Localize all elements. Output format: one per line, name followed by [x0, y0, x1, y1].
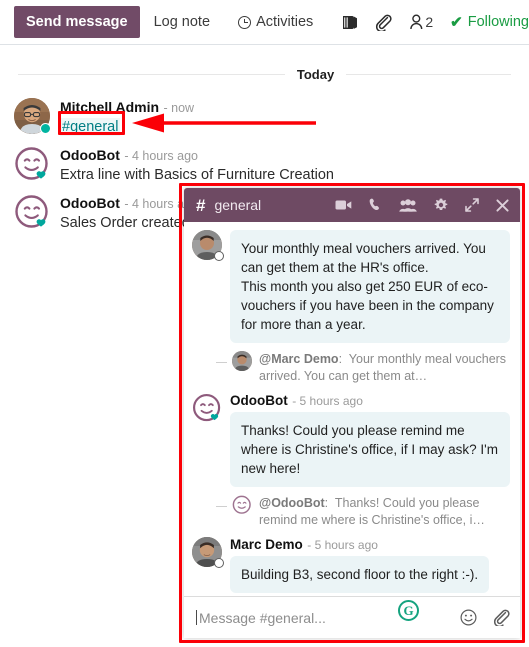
phone-icon[interactable] [369, 198, 382, 212]
thread-message: OdooBot - 4 hours ago Extra line with Ba… [0, 142, 529, 190]
odoobot-avatar-icon [14, 194, 50, 230]
channel-link-general[interactable]: #general [60, 118, 121, 136]
message-timestamp: - now [163, 101, 195, 115]
message-header: Mitchell Admin - now [60, 99, 515, 116]
chat-window-header[interactable]: # general [184, 188, 520, 222]
avatar[interactable] [192, 393, 222, 423]
chat-message: Your monthly meal vouchers arrived. You … [192, 230, 510, 349]
avatar[interactable] [14, 194, 50, 230]
message-author: Marc Demo [230, 537, 303, 552]
message-author: OdooBot [60, 147, 120, 163]
avatar [232, 351, 252, 371]
chat-window-general: # general Your monthly meal vouchers arr… [184, 188, 520, 638]
following-button[interactable]: ✔ Following [450, 13, 529, 31]
message-author: OdooBot [230, 393, 288, 408]
smiley-icon[interactable] [460, 609, 477, 626]
chat-window-title: general [214, 197, 262, 213]
followers-button[interactable]: 2 [409, 14, 433, 30]
quoted-message[interactable]: @OdooBot: Thanks! Could you please remin… [216, 495, 510, 529]
avatar[interactable] [192, 230, 224, 261]
chat-message: Marc Demo - 5 hours ago Building B3, sec… [192, 537, 510, 596]
message-bubble: Thanks! Could you please remind me where… [230, 412, 510, 487]
close-icon[interactable] [496, 198, 509, 212]
quoted-message[interactable]: @Marc Demo: Your monthly meal vouchers a… [216, 351, 510, 385]
hash-icon: # [196, 195, 206, 215]
video-camera-icon[interactable] [335, 199, 352, 211]
odoobot-avatar-icon [192, 393, 222, 423]
quote-connector [216, 506, 227, 507]
message-timestamp: - 5 hours ago [307, 538, 378, 552]
message-text: Extra line with Basics of Furniture Crea… [60, 167, 334, 183]
book-icon[interactable] [341, 15, 358, 30]
odoobot-avatar-icon [14, 146, 50, 182]
gear-icon[interactable] [434, 198, 448, 212]
text-caret [196, 610, 197, 625]
message-header: OdooBot - 5 hours ago [230, 393, 510, 409]
grammarly-icon[interactable]: G [398, 600, 419, 621]
quote-text: @OdooBot: Thanks! Could you please remin… [259, 495, 510, 529]
followers-count-label: 2 [425, 14, 434, 30]
separator-line-right [346, 74, 511, 75]
expand-icon[interactable] [465, 198, 479, 212]
screen-root: Send message Log note Activities 2 ✔ Fol… [0, 0, 529, 647]
message-timestamp: - 4 hours ago [124, 149, 198, 163]
message-bubble: Your monthly meal vouchers arrived. You … [230, 230, 510, 343]
chatter-tools: 2 ✔ Following [341, 0, 529, 44]
offline-status-dot [214, 558, 224, 568]
offline-status-dot [214, 251, 224, 261]
separator-line-left [18, 74, 285, 75]
person-icon [410, 14, 423, 30]
message-text: #general [60, 118, 515, 137]
message-body: OdooBot - 4 hours ago Extra line with Ba… [60, 146, 515, 185]
people-group-icon[interactable] [399, 198, 417, 212]
quote-separator: : [324, 496, 329, 510]
message-timestamp: - 5 hours ago [292, 394, 363, 408]
quote-separator: : [338, 352, 343, 366]
message-body: OdooBot - 5 hours ago Thanks! Could you … [230, 393, 510, 493]
quote-mention: @OdooBot [259, 496, 325, 510]
day-separator: Today [18, 67, 511, 82]
message-body: Marc Demo - 5 hours ago Building B3, sec… [230, 537, 510, 596]
quote-connector [216, 362, 227, 363]
message-body: Mitchell Admin - now #general [60, 98, 515, 137]
online-status-dot [40, 123, 51, 134]
paperclip-icon[interactable] [493, 609, 510, 626]
user-photo-icon [232, 351, 252, 371]
message-author: OdooBot [60, 195, 120, 211]
day-separator-label: Today [296, 67, 335, 82]
quote-mention: @Marc Demo [259, 352, 339, 366]
quote-text: @Marc Demo: Your monthly meal vouchers a… [259, 351, 510, 385]
avatar [232, 495, 252, 515]
clock-icon [238, 15, 252, 29]
log-note-button[interactable]: Log note [140, 0, 224, 44]
message-author: Mitchell Admin [60, 99, 160, 115]
activities-label: Activities [256, 14, 314, 30]
message-header: OdooBot - 4 hours ago [60, 147, 515, 164]
thread-message: Mitchell Admin - now #general [0, 94, 529, 142]
activities-button[interactable]: Activities [224, 0, 327, 44]
chat-window-actions [335, 198, 509, 212]
check-icon: ✔ [450, 14, 463, 31]
avatar[interactable] [192, 537, 224, 568]
chat-window-composer: Message #general... G [184, 596, 520, 638]
send-message-button[interactable]: Send message [14, 5, 140, 38]
avatar[interactable] [14, 98, 51, 134]
avatar[interactable] [14, 146, 50, 182]
following-label: Following [467, 14, 529, 30]
chat-window-messages: Your monthly meal vouchers arrived. You … [184, 222, 520, 596]
message-header: Marc Demo - 5 hours ago [230, 537, 510, 553]
paperclip-icon[interactable] [375, 14, 392, 31]
chatter-toolbar: Send message Log note Activities 2 ✔ Fol… [0, 0, 529, 45]
message-bubble: Building B3, second floor to the right :… [230, 556, 490, 593]
chat-message: OdooBot - 5 hours ago Thanks! Could you … [192, 393, 510, 493]
odoobot-avatar-icon [232, 495, 252, 515]
message-body: Your monthly meal vouchers arrived. You … [230, 230, 510, 349]
